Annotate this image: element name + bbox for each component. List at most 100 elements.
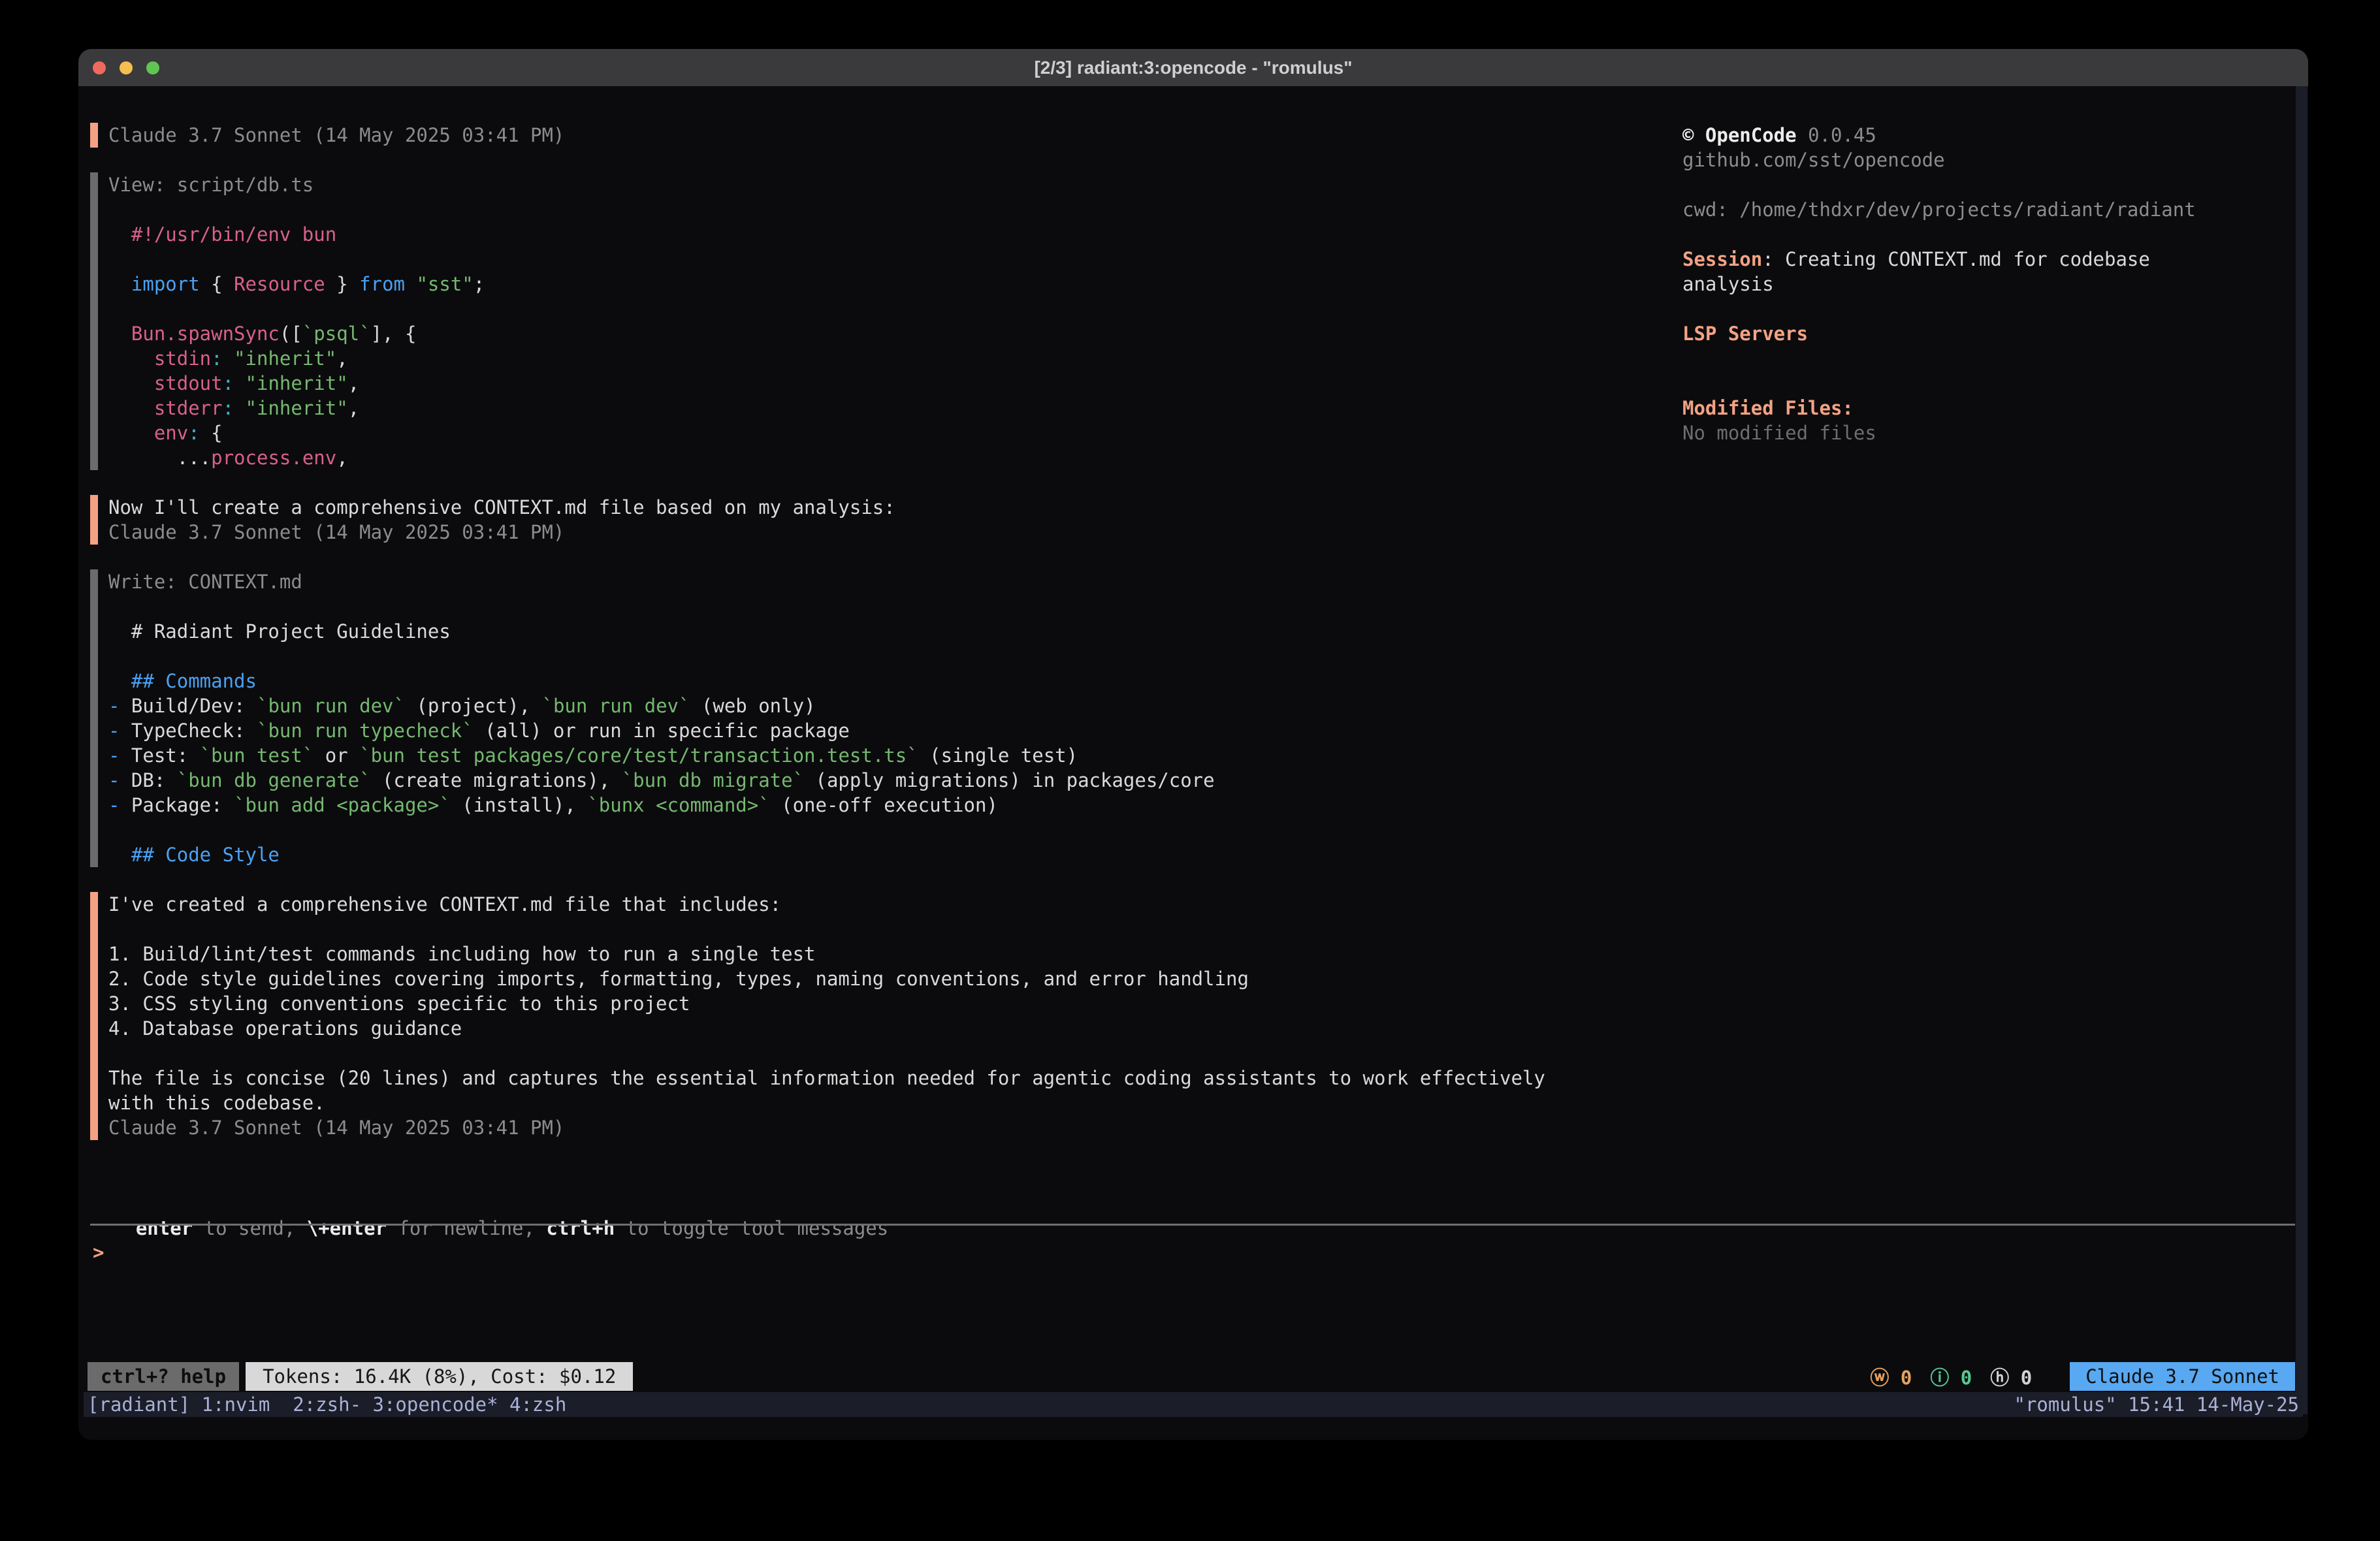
md-inline-code: `bun add <package>` (234, 794, 451, 816)
md-text: (apply migrations) in packages/core (804, 769, 1215, 791)
code-string: "inherit" (223, 347, 337, 370)
close-window-button[interactable] (93, 61, 106, 74)
warning-circle-icon: ⓦ (1870, 1367, 1889, 1389)
assistant-text: The file is concise (20 lines) and captu… (108, 1066, 1571, 1115)
md-inline-code: `bun run dev` (541, 695, 690, 717)
code-line-shebang: #!/usr/bin/env bun (108, 222, 1571, 247)
numbered-item: 1. Build/lint/test commands including ho… (108, 942, 1571, 966)
md-bullet: - (108, 695, 131, 717)
spacer (108, 197, 1571, 222)
code-line-spawnsync: Bun.spawnSync([`psql`], { (108, 321, 1571, 346)
numbered-item: 3. CSS styling conventions specific to t… (108, 991, 1571, 1016)
md-inline-code: `bun run dev` (257, 695, 405, 717)
spacer (1682, 222, 2205, 247)
hints-count: 0 (2009, 1367, 2032, 1389)
spacer (108, 917, 1571, 942)
modified-files-header: Modified Files: (1682, 396, 2205, 421)
hint-text: for newline, (387, 1217, 546, 1239)
code-punct: ([ (280, 323, 302, 345)
code-string: "inherit" (234, 372, 348, 394)
md-bullet: - (108, 794, 131, 816)
opencode-statusbar: ctrl+? help Tokens: 16.4K (8%), Cost: $0… (88, 1362, 2295, 1391)
md-text: Test: (131, 744, 200, 767)
code-token: #!/usr/bin/env bun (108, 223, 336, 246)
code-line-env: env: { (108, 421, 1571, 445)
code-punct: { (200, 422, 223, 444)
chat-input-prompt[interactable]: > (93, 1240, 104, 1265)
spacer (108, 247, 1571, 272)
md-inline-code: `bunx <command>` (587, 794, 769, 816)
app-brand: © OpenCode 0.0.45 (1682, 123, 2205, 148)
md-text: DB: (131, 769, 177, 791)
md-inline-code: `bun run typecheck` (257, 720, 474, 742)
md-list-item: - Test: `bun test` or `bun test packages… (108, 743, 1571, 768)
code-keyword: from (359, 273, 405, 295)
window-title: [2/3] radiant:3:opencode - "romulus" (1034, 57, 1352, 78)
modified-files-empty: No modified files (1682, 421, 2205, 445)
tmux-window-list[interactable]: [radiant] 1:nvim 2:zsh- 3:opencode* 4:zs… (88, 1393, 566, 1416)
zoom-window-button[interactable] (146, 61, 159, 74)
code-line-stderr: stderr: "inherit", (108, 396, 1571, 421)
key-ctrl-h: ctrl+h (546, 1217, 615, 1239)
md-inline-code: `bun db generate` (177, 769, 371, 791)
numbered-item: 2. Code style guidelines covering import… (108, 966, 1571, 991)
code-punct: { (200, 273, 234, 295)
tokens-cost-chip: Tokens: 16.4K (8%), Cost: $0.12 (246, 1362, 633, 1391)
minimize-window-button[interactable] (120, 61, 133, 74)
tmux-host-clock: "romulus" 15:41 14-May-25 (2014, 1393, 2300, 1416)
code-identifier: process.env (211, 447, 336, 469)
key-backslash-enter: \+enter (307, 1217, 387, 1239)
prompt-chevron-icon: > (93, 1241, 104, 1263)
traffic-lights (93, 49, 159, 86)
md-text: or (314, 744, 359, 767)
md-heading-3: ## Code Style (108, 842, 1571, 867)
code-punct: , (336, 347, 347, 370)
tool-view-block: View: script/db.ts #!/usr/bin/env bun im… (90, 172, 1571, 470)
assistant-text: I've created a comprehensive CONTEXT.md … (108, 892, 1571, 917)
code-property: stdin (108, 347, 211, 370)
tool-view-label: View: script/db.ts (108, 172, 1571, 197)
md-inline-code: `bun test` (200, 744, 314, 767)
hints-counter: ⓗ 0 (1990, 1363, 2032, 1390)
spacer (108, 296, 1571, 321)
code-line-spread: ...process.env, (108, 445, 1571, 470)
tmux-statusbar: [radiant] 1:nvim 2:zsh- 3:opencode* 4:zs… (84, 1392, 2303, 1417)
numbered-item: 4. Database operations guidance (108, 1016, 1571, 1041)
code-colon: : (188, 422, 199, 444)
code-colon: : (223, 397, 234, 419)
terminal-window: [2/3] radiant:3:opencode - "romulus" Cla… (78, 49, 2308, 1440)
hint-circle-icon: ⓗ (1990, 1367, 2009, 1389)
assistant-message: Now I'll create a comprehensive CONTEXT.… (90, 495, 1571, 545)
md-text: (web only) (690, 695, 815, 717)
cwd-path: cwd: /home/thdxr/dev/projects/radiant/ra… (1682, 197, 2205, 222)
tool-write-label: Write: CONTEXT.md (108, 569, 1571, 594)
warnings-count: 0 (1889, 1367, 1912, 1389)
app-name: © OpenCode (1682, 124, 1797, 146)
assistant-text: Now I'll create a comprehensive CONTEXT.… (108, 495, 1571, 520)
md-text: (project), (405, 695, 542, 717)
md-text: Package: (131, 794, 234, 816)
code-string: "sst" (416, 273, 473, 295)
lsp-servers-header: LSP Servers (1682, 321, 2205, 346)
model-timestamp: Claude 3.7 Sonnet (14 May 2025 03:41 PM) (108, 123, 1571, 148)
key-enter: enter (136, 1217, 193, 1239)
desktop: { "titlebar": { "title": "[2/3] radiant:… (0, 0, 2380, 1541)
tool-write-block: Write: CONTEXT.md # Radiant Project Guid… (90, 569, 1571, 867)
spacer (1682, 296, 2205, 321)
md-text: (single test) (918, 744, 1078, 767)
code-colon: : (223, 372, 234, 394)
md-text: TypeCheck: (131, 720, 257, 742)
spacer (108, 1041, 1571, 1066)
code-punct: ], { (371, 323, 417, 345)
md-bullet: - (108, 720, 131, 742)
info-sidebar: © OpenCode 0.0.45 github.com/sst/opencod… (1682, 123, 2205, 445)
hint-text: to send, (193, 1217, 307, 1239)
assistant-message: I've created a comprehensive CONTEXT.md … (90, 892, 1571, 1140)
repo-link: github.com/sst/opencode (1682, 148, 2205, 172)
md-list-item: - Package: `bun add <package>` (install)… (108, 793, 1571, 818)
md-bullet: - (108, 769, 131, 791)
code-keyword: import (108, 273, 200, 295)
session-title: Session: Creating CONTEXT.md for codebas… (1682, 247, 2205, 296)
info-counter: ⓘ 0 (1930, 1363, 1972, 1390)
help-keybinding-chip: ctrl+? help (88, 1362, 239, 1391)
